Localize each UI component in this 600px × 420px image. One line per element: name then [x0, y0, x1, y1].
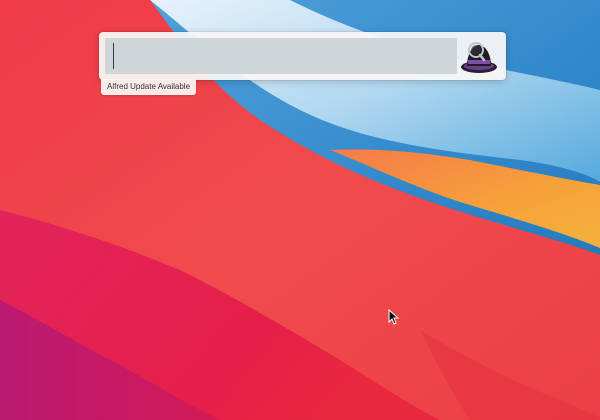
arrow-cursor-icon [388, 309, 400, 325]
desktop: Alfred Update Available [0, 0, 600, 420]
text-caret [113, 43, 114, 69]
update-available-badge[interactable]: Alfred Update Available [101, 79, 197, 95]
alfred-search-window [99, 32, 506, 80]
alfred-search-input[interactable] [105, 38, 457, 74]
alfred-hat-icon[interactable] [458, 36, 500, 76]
